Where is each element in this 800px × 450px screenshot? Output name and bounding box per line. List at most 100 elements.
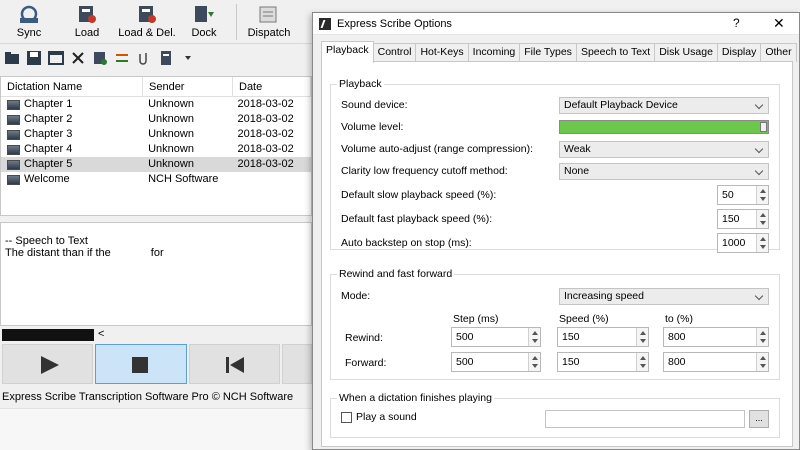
attach-icon[interactable] — [136, 50, 152, 66]
tab-disk-usage[interactable]: Disk Usage — [654, 43, 718, 62]
column-header-date[interactable]: Date — [233, 76, 311, 97]
save-icon[interactable] — [26, 50, 42, 66]
dictation-icon[interactable] — [92, 50, 108, 66]
dispatch-button[interactable]: Dispatch — [243, 0, 295, 42]
stepper-arrows[interactable] — [756, 328, 768, 346]
sound-file-field[interactable] — [545, 410, 745, 428]
stepper-arrows[interactable] — [756, 353, 768, 371]
dictation-name-cell: Chapter 5 — [1, 157, 142, 172]
tab-speech-to-text[interactable]: Speech to Text — [575, 43, 656, 62]
playback-tab-page: Playback Sound device: Default Playback … — [321, 61, 793, 447]
dock-button[interactable]: Dock — [178, 0, 230, 42]
speech-text-pane[interactable]: -- Speech to Text The distant than if th… — [0, 222, 312, 326]
play-button[interactable] — [2, 344, 94, 384]
sound-device-label: Sound device: — [341, 99, 408, 111]
play-sound-label[interactable]: Play a sound — [356, 411, 417, 423]
delete-icon[interactable] — [70, 50, 86, 66]
more-transport-button[interactable] — [282, 344, 312, 384]
load-delete-icon — [136, 4, 158, 24]
stepper-arrows[interactable] — [756, 210, 768, 228]
open-folder-icon[interactable] — [4, 50, 20, 66]
tab-playback[interactable]: Playback — [321, 41, 374, 63]
tab-hot-keys[interactable]: Hot-Keys — [415, 43, 469, 62]
column-header-sender[interactable]: Sender — [143, 76, 233, 97]
waveform-bar[interactable]: < — [0, 328, 312, 342]
list-item[interactable]: Welcome NCH Software — [1, 172, 311, 187]
rewind-to-stepper[interactable]: 800 — [663, 327, 769, 347]
date-cell: 2018-03-02 — [237, 113, 294, 125]
playback-group: Playback Sound device: Default Playback … — [330, 78, 780, 253]
volume-slider-thumb[interactable] — [760, 122, 767, 132]
waveform-display[interactable] — [2, 329, 94, 341]
rewind-label: Rewind: — [345, 332, 383, 344]
transport-controls — [0, 344, 312, 384]
list-rows: Chapter 1 Unknown 2018-03-02 Chapter 2 Unkno… — [1, 97, 311, 187]
stepper-arrows[interactable] — [756, 234, 768, 252]
rewind-speed-stepper[interactable]: 150 — [557, 327, 649, 347]
dictation-name-cell: Chapter 4 — [1, 142, 142, 157]
stepper-arrows[interactable] — [636, 353, 648, 371]
fast-speed-label: Default fast playback speed (%): — [341, 213, 493, 225]
volume-adjust-dropdown[interactable]: Weak — [559, 141, 769, 158]
toolbar-separator — [236, 4, 237, 40]
skip-back-button[interactable] — [188, 344, 281, 384]
volume-slider[interactable] — [559, 120, 769, 134]
rewind-group: Rewind and fast forward Mode: Increasing… — [330, 268, 780, 380]
list-item[interactable]: Chapter 2 Unknown 2018-03-02 — [1, 112, 311, 127]
tab-other[interactable]: Other — [760, 43, 797, 62]
clarity-dropdown[interactable]: None — [559, 163, 769, 180]
window-icon[interactable] — [48, 50, 64, 66]
status-bar: Express Scribe Transcription Software Pr… — [2, 391, 294, 403]
column-header-dictation-name[interactable]: Dictation Name — [1, 76, 143, 97]
sound-device-dropdown[interactable]: Default Playback Device — [559, 97, 769, 114]
scroll-left-arrow[interactable]: < — [98, 328, 104, 340]
play-sound-checkbox[interactable] — [341, 412, 352, 423]
list-item[interactable]: Chapter 1 Unknown 2018-03-02 — [1, 97, 311, 112]
chevron-down-icon[interactable] — [180, 50, 196, 66]
forward-step-stepper[interactable]: 500 — [451, 352, 541, 372]
forward-speed-stepper[interactable]: 150 — [557, 352, 649, 372]
mode-dropdown[interactable]: Increasing speed — [559, 288, 769, 305]
stepper-arrows[interactable] — [528, 353, 540, 371]
stepper-arrows[interactable] — [528, 328, 540, 346]
main-toolbar: Sync Load Load & Del. Dock Dispatch — [0, 0, 312, 44]
forward-to-stepper[interactable]: 800 — [663, 352, 769, 372]
list-item[interactable]: Chapter 5 Unknown 2018-03-02 — [1, 157, 311, 172]
date-cell: 2018-03-02 — [237, 143, 294, 155]
volume-adjust-label: Volume auto-adjust (range compression): — [341, 143, 534, 155]
dialog-title: Express Scribe Options — [337, 17, 452, 30]
browse-button[interactable]: ... — [749, 410, 769, 428]
tab-file-types[interactable]: File Types — [519, 43, 577, 62]
stepper-arrows[interactable] — [636, 328, 648, 346]
load-delete-button[interactable]: Load & Del. — [116, 0, 178, 42]
sender-cell: Unknown — [148, 128, 194, 140]
fast-speed-stepper[interactable]: 150 — [717, 209, 769, 229]
stop-icon — [132, 357, 149, 373]
tab-control[interactable]: Control — [372, 43, 417, 62]
text-line: -- Speech to Text — [5, 235, 88, 247]
help-button[interactable]: ? — [733, 16, 740, 30]
tab-incoming[interactable]: Incoming — [467, 43, 521, 62]
tab-display[interactable]: Display — [716, 43, 762, 62]
rewind-step-stepper[interactable]: 500 — [451, 327, 541, 347]
list-item[interactable]: Chapter 4 Unknown 2018-03-02 — [1, 142, 311, 157]
date-cell: 2018-03-02 — [237, 98, 294, 110]
stepper-arrows[interactable] — [756, 186, 768, 204]
slow-speed-stepper[interactable]: 50 — [717, 185, 769, 205]
list-item[interactable]: Chapter 3 Unknown 2018-03-02 — [1, 127, 311, 142]
dialog-titlebar[interactable]: Express Scribe Options ? ✕ — [313, 13, 799, 35]
app-icon — [319, 17, 331, 30]
stop-button[interactable] — [95, 344, 187, 384]
sync-button[interactable]: Sync — [0, 0, 58, 42]
speed-column-header: Speed (%) — [559, 313, 609, 325]
sender-cell: Unknown — [148, 113, 194, 125]
document-icon[interactable] — [158, 50, 174, 66]
volume-label: Volume level: — [341, 121, 404, 133]
dictation-file-icon — [7, 174, 20, 185]
to-column-header: to (%) — [665, 313, 694, 325]
load-button[interactable]: Load — [58, 0, 116, 42]
backstep-stepper[interactable]: 1000 — [717, 233, 769, 253]
dictation-file-icon — [7, 99, 20, 110]
swap-icon[interactable] — [114, 50, 130, 66]
close-button[interactable]: ✕ — [773, 15, 785, 32]
